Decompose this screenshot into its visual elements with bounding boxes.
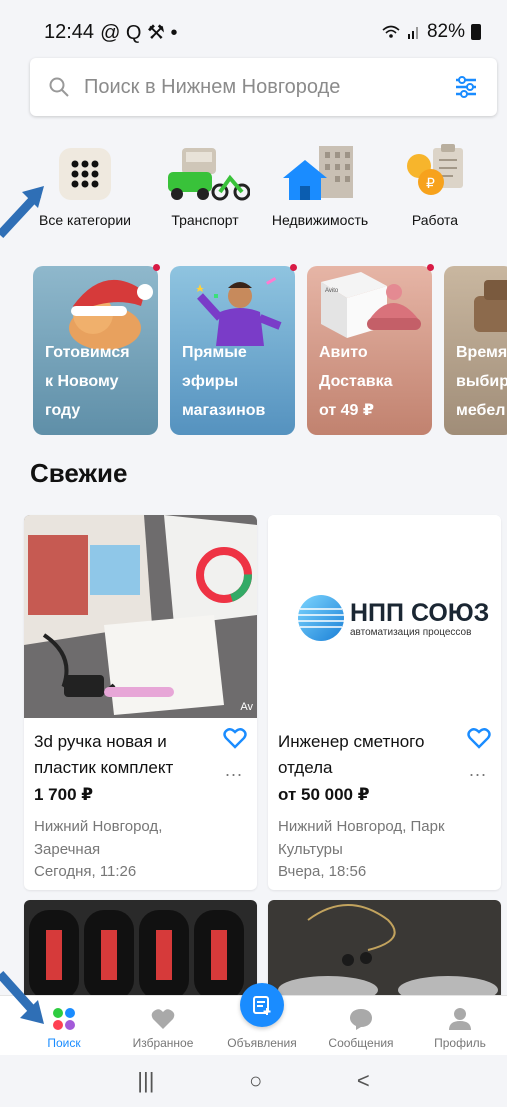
listing-location-line: Нижний Новгород, bbox=[34, 818, 163, 835]
unread-dot bbox=[290, 264, 297, 271]
search-placeholder[interactable]: Поиск в Нижнем Новгороде bbox=[84, 76, 453, 99]
filter-icon[interactable] bbox=[453, 74, 479, 100]
coins-icon: ₽ bbox=[407, 144, 463, 195]
listing-card[interactable]: Av 3d ручка новая и пластик комплект ...… bbox=[24, 515, 257, 890]
category-label: Недвижимость bbox=[271, 212, 369, 228]
story-line: мебел bbox=[456, 402, 506, 419]
add-listing-icon bbox=[253, 996, 271, 1015]
nav-label: Избранное bbox=[132, 1036, 194, 1050]
building-icon bbox=[283, 146, 353, 200]
listing-card[interactable] bbox=[24, 900, 257, 1000]
company-logo-tagline: автоматизация процессов bbox=[350, 627, 472, 638]
unread-dot bbox=[153, 264, 160, 271]
favorite-heart-icon[interactable] bbox=[223, 727, 247, 749]
company-logo-name: НПП СОЮЗ bbox=[350, 599, 490, 627]
story-card[interactable]: Прямые эфиры магазинов bbox=[170, 266, 295, 435]
annotation-arrow-icon bbox=[0, 970, 44, 1024]
listing-price: от 50 000 ₽ bbox=[278, 785, 370, 804]
story-card[interactable]: Готовимся к Новому году bbox=[33, 266, 158, 435]
category-realty[interactable]: Недвижимость bbox=[260, 140, 380, 228]
nav-label: Профиль bbox=[434, 1036, 486, 1050]
story-line: от 49 ₽ bbox=[319, 402, 375, 419]
category-label: Работа bbox=[411, 212, 459, 228]
listing-location-line: Заречная bbox=[34, 841, 101, 858]
vehicles-icon bbox=[168, 148, 250, 201]
recents-button[interactable]: ||| bbox=[137, 1068, 154, 1094]
status-time: 12:44 bbox=[44, 20, 95, 43]
search-icon bbox=[49, 77, 69, 97]
category-row: Все категории Транспорт Недвижимость ₽ Р… bbox=[30, 140, 507, 240]
unread-dot bbox=[427, 264, 434, 271]
story-card[interactable]: Время выбир мебел bbox=[444, 266, 507, 435]
listing-title-line: 3d ручка новая и bbox=[34, 732, 167, 751]
listing-location-line: Культуры bbox=[278, 841, 343, 858]
stories-carousel: Готовимся к Новому году Прямые эфиры маг… bbox=[0, 264, 507, 436]
listing-title-line: отдела bbox=[278, 758, 333, 777]
nav-profile[interactable]: Профиль bbox=[410, 1002, 507, 1050]
listing-photo: НПП СОЮЗ автоматизация процессов bbox=[268, 515, 501, 718]
story-line: выбир bbox=[456, 373, 507, 390]
listing-photo bbox=[24, 515, 257, 718]
more-options-icon[interactable]: ... bbox=[225, 761, 243, 779]
home-button[interactable]: ○ bbox=[249, 1068, 262, 1094]
profile-icon bbox=[449, 1008, 471, 1030]
listing-time: Вчера, 18:56 bbox=[278, 863, 367, 880]
listing-card[interactable] bbox=[268, 900, 501, 1000]
battery-icon bbox=[471, 24, 481, 40]
listing-title-line: пластик комплект bbox=[34, 758, 174, 777]
signal-icon bbox=[407, 27, 418, 39]
svg-text:₽: ₽ bbox=[426, 175, 435, 191]
story-line: эфиры bbox=[182, 373, 239, 390]
story-line: Авито bbox=[319, 344, 368, 361]
nav-favorites[interactable]: Избранное bbox=[113, 1002, 213, 1050]
chat-icon bbox=[350, 1009, 372, 1030]
category-jobs[interactable]: ₽ Работа bbox=[375, 140, 495, 228]
nav-label: Поиск bbox=[47, 1036, 81, 1050]
nav-label: Сообщения bbox=[328, 1036, 394, 1050]
listing-time: Сегодня, 11:26 bbox=[34, 863, 137, 880]
listing-location-line: Нижний Новгород, Парк bbox=[278, 818, 445, 835]
heart-icon bbox=[151, 1009, 175, 1029]
system-nav-bar: ||| ○ < bbox=[0, 1055, 507, 1107]
story-line: к Новому bbox=[45, 373, 119, 390]
story-card[interactable]: Avito Авито Доставка от 49 ₽ bbox=[307, 266, 432, 435]
search-dots-icon bbox=[53, 1008, 75, 1030]
status-indicators: @ Q ⚒ • bbox=[100, 21, 178, 44]
listing-price: 1 700 ₽ bbox=[34, 785, 94, 804]
more-options-icon[interactable]: ... bbox=[469, 761, 487, 779]
nav-messages[interactable]: Сообщения bbox=[311, 1002, 411, 1050]
story-line: Прямые bbox=[182, 344, 247, 361]
battery-level: 82% bbox=[426, 21, 465, 42]
grid-icon bbox=[59, 148, 111, 200]
category-transport[interactable]: Транспорт bbox=[145, 140, 265, 228]
story-line: Доставка bbox=[319, 373, 393, 390]
listing-title-line: Инженер сметного bbox=[278, 732, 425, 751]
search-bar[interactable]: Поиск в Нижнем Новгороде bbox=[30, 58, 497, 116]
story-line: магазинов bbox=[182, 402, 266, 419]
company-logo-icon bbox=[298, 595, 344, 641]
category-label: Транспорт bbox=[171, 212, 239, 228]
back-button[interactable]: < bbox=[357, 1068, 370, 1094]
status-bar: 12:44 @ Q ⚒ • 82% bbox=[0, 0, 507, 64]
listing-photo bbox=[268, 900, 501, 1000]
section-title: Свежие bbox=[30, 458, 128, 488]
annotation-arrow-icon bbox=[0, 186, 44, 239]
story-line: Время bbox=[456, 344, 507, 361]
story-line: Готовимся bbox=[45, 344, 130, 361]
favorite-heart-icon[interactable] bbox=[467, 727, 491, 749]
story-line: году bbox=[45, 402, 81, 419]
image-badge: Av bbox=[240, 701, 253, 713]
listing-card[interactable]: НПП СОЮЗ автоматизация процессов Инженер… bbox=[268, 515, 501, 890]
svg-text:Avito: Avito bbox=[325, 288, 339, 294]
add-listing-button[interactable] bbox=[240, 983, 284, 1027]
nav-label: Объявления bbox=[227, 1036, 297, 1050]
wifi-icon bbox=[382, 25, 400, 38]
listing-photo bbox=[24, 900, 257, 1000]
